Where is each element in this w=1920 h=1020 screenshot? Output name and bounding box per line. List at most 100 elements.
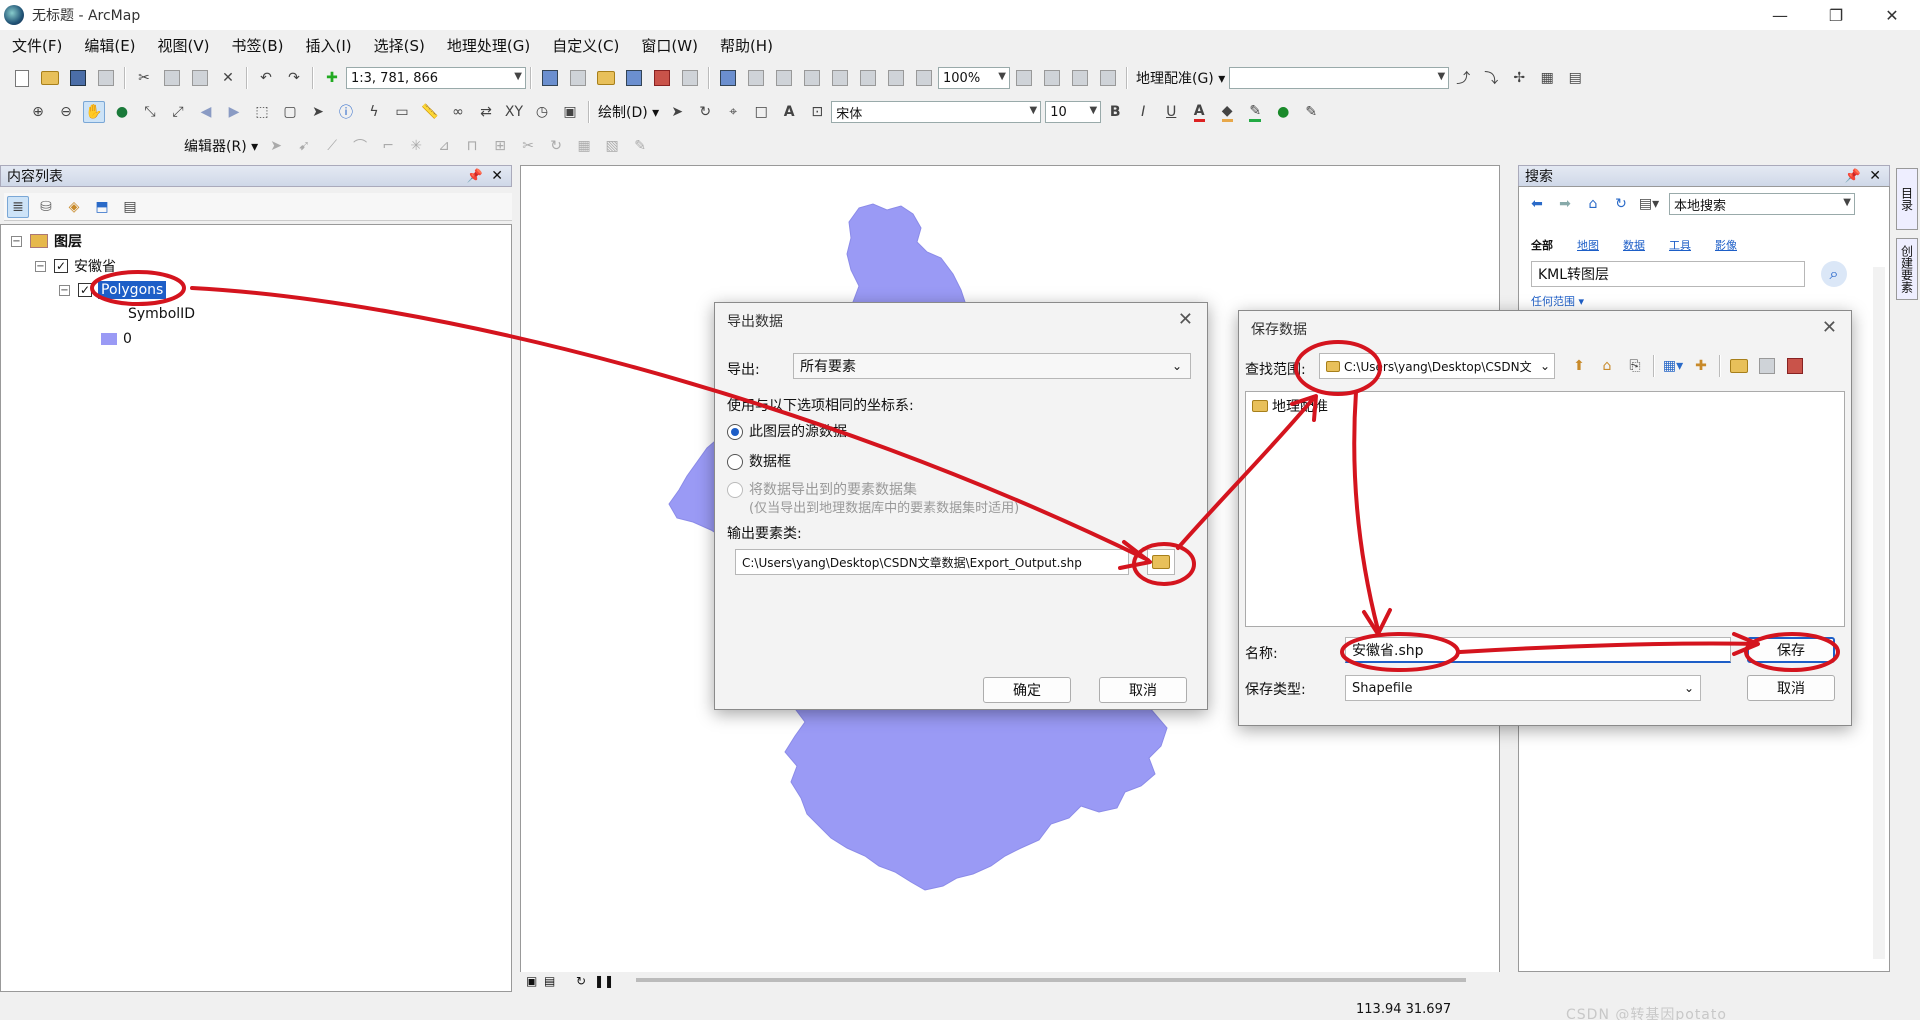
save-button[interactable]	[67, 67, 89, 89]
reshape-button[interactable]: ⊓	[461, 135, 483, 157]
close-icon[interactable]: ✕	[1822, 317, 1837, 338]
editor-toolbar-button[interactable]	[539, 67, 561, 89]
collapse-icon[interactable]: −	[59, 284, 70, 296]
zoom-in-button[interactable]: ⊕	[27, 101, 49, 123]
forward-extent-button[interactable]: ▶	[223, 101, 245, 123]
font-color-button[interactable]: A	[1188, 101, 1210, 123]
marker-color-button[interactable]: ●	[1272, 101, 1294, 123]
editor-menu[interactable]: 编辑器(R) ▾	[184, 136, 258, 156]
horizontal-scrollbar[interactable]	[636, 978, 1466, 982]
rotate-button[interactable]: ↻	[694, 101, 716, 123]
list-by-source-button[interactable]: ⛁	[35, 196, 57, 218]
cut-button[interactable]: ✂	[133, 67, 155, 89]
bold-button[interactable]: B	[1104, 101, 1126, 123]
model-builder-button[interactable]	[717, 67, 739, 89]
sketch-properties-button[interactable]: ▧	[601, 135, 623, 157]
find-route-button[interactable]: ⇄	[475, 101, 497, 123]
menu-view[interactable]: 视图(V)	[158, 35, 210, 56]
select-elements-button[interactable]: ➤	[307, 101, 329, 123]
close-button[interactable]: ✕	[1864, 0, 1920, 30]
search-tab-images[interactable]: 影像	[1715, 237, 1737, 253]
create-viewer-button[interactable]: ▣	[559, 101, 581, 123]
symbol-swatch[interactable]	[101, 333, 117, 345]
new-document-button[interactable]	[11, 67, 33, 89]
fixed-zoom-out-button[interactable]: ⤢	[167, 101, 189, 123]
close-icon[interactable]: ✕	[1178, 309, 1193, 330]
georef-layer-combo[interactable]: ▼	[1229, 67, 1450, 89]
edit-vertices-tool[interactable]: ⊿	[433, 135, 455, 157]
menu-selection[interactable]: 选择(S)	[374, 35, 425, 56]
browse-folder-button[interactable]	[1147, 549, 1175, 575]
edit-annotation-button[interactable]: ➹	[293, 135, 315, 157]
catalog-window-button[interactable]	[595, 67, 617, 89]
italic-button[interactable]: I	[1132, 101, 1154, 123]
pin-icon[interactable]: 📌	[1845, 169, 1861, 184]
menu-customize[interactable]: 自定义(C)	[552, 35, 619, 56]
toolbox-button[interactable]	[1784, 355, 1806, 377]
list-by-visibility-button[interactable]: ◈	[63, 196, 85, 218]
open-button[interactable]	[39, 67, 61, 89]
layout-tool-6[interactable]	[885, 67, 907, 89]
html-popup-button[interactable]: ▭	[391, 101, 413, 123]
minimize-button[interactable]: —	[1752, 0, 1808, 30]
restore-button[interactable]: ❐	[1808, 0, 1864, 30]
georef-tool-2[interactable]: ⤵	[1480, 67, 1502, 89]
line-color-button[interactable]: ✎	[1244, 101, 1266, 123]
folder-button[interactable]	[1728, 355, 1750, 377]
menu-geoprocessing[interactable]: 地理处理(G)	[447, 35, 530, 56]
georef-tool-5[interactable]: ▤	[1564, 67, 1586, 89]
edit-tool-button[interactable]: ➤	[265, 135, 287, 157]
file-list-item[interactable]: 地理配准	[1252, 396, 1328, 416]
fixed-zoom-in-button[interactable]: ⤡	[139, 101, 161, 123]
output-path-input[interactable]: C:\Users\yang\Desktop\CSDN文章数据\Export_Ou…	[735, 549, 1129, 575]
menu-bookmarks[interactable]: 书签(B)	[232, 35, 284, 56]
collapse-icon[interactable]: −	[35, 260, 46, 272]
search-back-button[interactable]: ⬅	[1526, 193, 1548, 215]
data-view-icon[interactable]: ▣	[526, 974, 537, 988]
full-extent-button[interactable]: ●	[111, 101, 133, 123]
layout-tool-5[interactable]	[857, 67, 879, 89]
menu-windows[interactable]: 窗口(W)	[641, 35, 698, 56]
new-folder-button[interactable]: ✚	[1690, 355, 1712, 377]
database-button[interactable]	[1756, 355, 1778, 377]
save-type-select[interactable]: Shapefile ⌄	[1345, 675, 1701, 701]
layout-tool-11[interactable]	[1097, 67, 1119, 89]
rectangle-button[interactable]: □	[750, 101, 772, 123]
delete-button[interactable]: ✕	[217, 67, 239, 89]
scale-combo[interactable]: 1:3, 781, 866 ▼	[346, 67, 526, 89]
search-input[interactable]: KML转图层	[1531, 261, 1805, 287]
pen-button[interactable]: ✎	[1300, 101, 1322, 123]
time-slider-button[interactable]: ◷	[531, 101, 553, 123]
radio-unselected[interactable]	[727, 454, 743, 470]
layout-tool-10[interactable]	[1069, 67, 1091, 89]
underline-button[interactable]: U	[1160, 101, 1182, 123]
layout-tool-7[interactable]	[913, 67, 935, 89]
georef-tool-3[interactable]: ✢	[1508, 67, 1530, 89]
toc-window-button[interactable]	[567, 67, 589, 89]
edit-vertices-button[interactable]: ⊡	[806, 101, 828, 123]
arctoolbox-button[interactable]	[651, 67, 673, 89]
text-button[interactable]: A	[778, 101, 800, 123]
zoom-percent-combo[interactable]: 100% ▼	[938, 67, 1010, 89]
font-size-combo[interactable]: 10 ▼	[1045, 101, 1102, 123]
hyperlink-button[interactable]: ϟ	[363, 101, 385, 123]
identify-button[interactable]: ⓘ	[335, 101, 357, 123]
trace-button[interactable]: ⌐	[377, 135, 399, 157]
toc-layer-label[interactable]: Polygons	[98, 281, 167, 299]
georef-tool-1[interactable]: ⤴	[1452, 67, 1474, 89]
pause-drawing-icon[interactable]: ❚❚	[594, 974, 614, 988]
vertical-scrollbar[interactable]	[1873, 267, 1885, 959]
fill-color-button[interactable]: ◆	[1216, 101, 1238, 123]
pin-icon[interactable]: 📌	[467, 169, 483, 184]
pan-button[interactable]: ✋	[83, 101, 105, 123]
split-button[interactable]: ✂	[517, 135, 539, 157]
search-forward-button[interactable]: ➡	[1554, 193, 1576, 215]
toc-layers-root[interactable]: − 图层	[11, 231, 82, 251]
view-options-button[interactable]: ▦▾	[1662, 355, 1684, 377]
up-one-level-button[interactable]: ⬆	[1568, 355, 1590, 377]
close-icon[interactable]: ✕	[491, 168, 503, 184]
layout-view-icon[interactable]: ▤	[544, 974, 555, 988]
rotate-edit-button[interactable]: ↻	[545, 135, 567, 157]
clear-selection-button[interactable]: ▢	[279, 101, 301, 123]
search-icon[interactable]: ⌕	[1821, 261, 1847, 287]
